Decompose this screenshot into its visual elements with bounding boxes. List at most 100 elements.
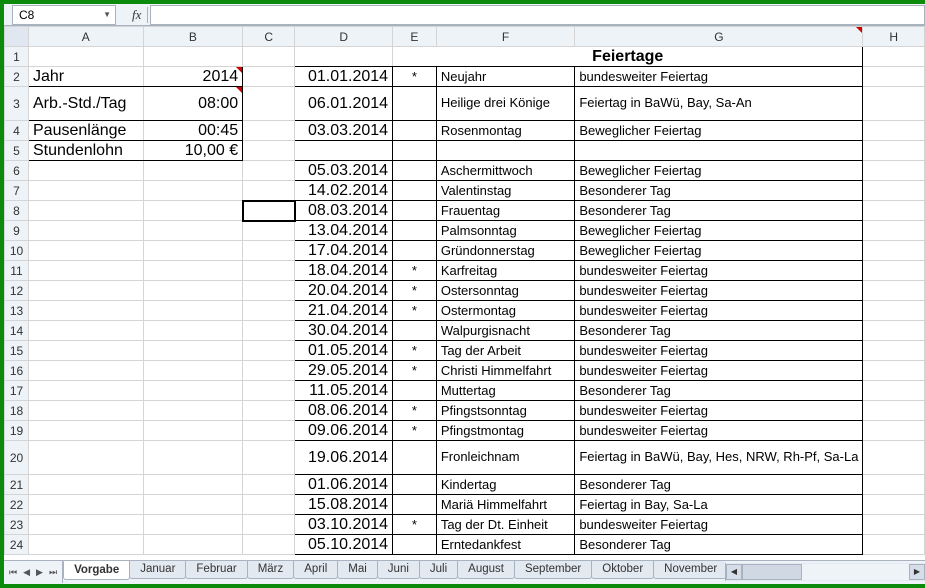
holiday-name[interactable]: Heilige drei Könige [436, 87, 575, 121]
holiday-name[interactable]: Frauentag [436, 201, 575, 221]
holiday-star[interactable] [393, 535, 437, 555]
sheet-tab[interactable]: Juni [377, 561, 420, 579]
cell[interactable] [29, 181, 144, 201]
holiday-name[interactable]: Mariä Himmelfahrt [436, 495, 575, 515]
holiday-star[interactable] [393, 241, 437, 261]
holiday-info[interactable]: bundesweiter Feiertag [575, 361, 863, 381]
cell[interactable] [243, 495, 295, 515]
row-header[interactable]: 24 [5, 535, 29, 555]
holiday-star[interactable] [393, 201, 437, 221]
holiday-name[interactable]: Karfreitag [436, 261, 575, 281]
cell[interactable] [243, 361, 295, 381]
cell[interactable] [863, 281, 925, 301]
holiday-star[interactable] [393, 141, 437, 161]
scrollbar-thumb[interactable] [742, 564, 802, 580]
holiday-date[interactable]: 13.04.2014 [295, 221, 393, 241]
sheet-tab[interactable]: April [293, 561, 338, 579]
cell[interactable] [243, 535, 295, 555]
row-header[interactable]: 17 [5, 381, 29, 401]
holiday-name[interactable]: Kindertag [436, 475, 575, 495]
row-header[interactable]: 16 [5, 361, 29, 381]
holiday-date[interactable]: 15.08.2014 [295, 495, 393, 515]
holiday-info[interactable]: Beweglicher Feiertag [575, 241, 863, 261]
sheet-tab[interactable]: Oktober [591, 561, 654, 579]
row-header[interactable]: 20 [5, 441, 29, 475]
holiday-name[interactable]: Palmsonntag [436, 221, 575, 241]
formula-input[interactable] [150, 5, 925, 25]
holiday-name[interactable]: Erntedankfest [436, 535, 575, 555]
holiday-name[interactable]: Rosenmontag [436, 121, 575, 141]
cell[interactable] [243, 381, 295, 401]
row-header[interactable]: 7 [5, 181, 29, 201]
col-header[interactable]: E [393, 27, 437, 47]
row-header[interactable]: 22 [5, 495, 29, 515]
cell[interactable] [243, 87, 295, 121]
cell[interactable] [29, 475, 144, 495]
holiday-star[interactable] [393, 475, 437, 495]
cell[interactable] [863, 515, 925, 535]
holiday-date[interactable] [295, 141, 393, 161]
jahr-value[interactable]: 2014 [143, 67, 243, 87]
holiday-info[interactable]: bundesweiter Feiertag [575, 515, 863, 535]
col-header[interactable]: C [243, 27, 295, 47]
cell[interactable] [863, 301, 925, 321]
lohn-label[interactable]: Stundenlohn [29, 141, 144, 161]
holiday-star[interactable]: * [393, 401, 437, 421]
row-header[interactable]: 5 [5, 141, 29, 161]
holiday-star[interactable] [393, 87, 437, 121]
cell[interactable] [863, 67, 925, 87]
cell[interactable] [29, 361, 144, 381]
row-header[interactable]: 10 [5, 241, 29, 261]
cell[interactable] [29, 261, 144, 281]
cell[interactable] [143, 181, 243, 201]
holiday-date[interactable]: 05.03.2014 [295, 161, 393, 181]
holiday-info[interactable]: Feiertag in Bay, Sa-La [575, 495, 863, 515]
holiday-star[interactable]: * [393, 515, 437, 535]
holiday-name[interactable]: Neujahr [436, 67, 575, 87]
holiday-info[interactable]: bundesweiter Feiertag [575, 67, 863, 87]
cell[interactable] [29, 401, 144, 421]
cell[interactable] [243, 241, 295, 261]
cell[interactable] [29, 535, 144, 555]
cell[interactable] [143, 47, 243, 67]
col-header[interactable]: D [295, 27, 393, 47]
sheet-tab[interactable]: Februar [185, 561, 247, 579]
cell[interactable] [243, 161, 295, 181]
cell[interactable] [143, 321, 243, 341]
scroll-left-icon[interactable]: ◀ [726, 564, 742, 580]
row-header[interactable]: 15 [5, 341, 29, 361]
holiday-info[interactable]: bundesweiter Feiertag [575, 281, 863, 301]
cell[interactable] [863, 441, 925, 475]
cell[interactable] [29, 441, 144, 475]
holiday-name[interactable]: Gründonnerstag [436, 241, 575, 261]
row-header[interactable]: 19 [5, 421, 29, 441]
row-header[interactable]: 6 [5, 161, 29, 181]
cell[interactable] [863, 361, 925, 381]
sheet-tab[interactable]: November [653, 561, 725, 579]
row-header[interactable]: 4 [5, 121, 29, 141]
holiday-name[interactable]: Christi Himmelfahrt [436, 361, 575, 381]
cell[interactable] [243, 67, 295, 87]
cell[interactable] [143, 161, 243, 181]
tab-nav-first-icon[interactable]: ⏮ [6, 567, 20, 578]
holiday-star[interactable] [393, 321, 437, 341]
holiday-info[interactable]: Besonderer Tag [575, 201, 863, 221]
cell[interactable] [143, 361, 243, 381]
holiday-name[interactable]: Pfingstmontag [436, 421, 575, 441]
holiday-name[interactable]: Ostersonntag [436, 281, 575, 301]
cell[interactable] [863, 161, 925, 181]
cell[interactable] [29, 421, 144, 441]
cell[interactable] [143, 261, 243, 281]
row-header[interactable]: 12 [5, 281, 29, 301]
holiday-info[interactable]: Beweglicher Feiertag [575, 161, 863, 181]
cell[interactable] [243, 221, 295, 241]
cell[interactable] [243, 441, 295, 475]
holiday-date[interactable]: 01.06.2014 [295, 475, 393, 495]
cell[interactable] [863, 495, 925, 515]
holiday-info[interactable]: Feiertag in BaWü, Bay, Sa-An [575, 87, 863, 121]
cell[interactable] [243, 515, 295, 535]
holiday-date[interactable]: 20.04.2014 [295, 281, 393, 301]
tab-nav-prev-icon[interactable]: ◀ [20, 567, 33, 578]
holiday-name[interactable]: Valentinstag [436, 181, 575, 201]
select-all-corner[interactable] [5, 27, 29, 47]
